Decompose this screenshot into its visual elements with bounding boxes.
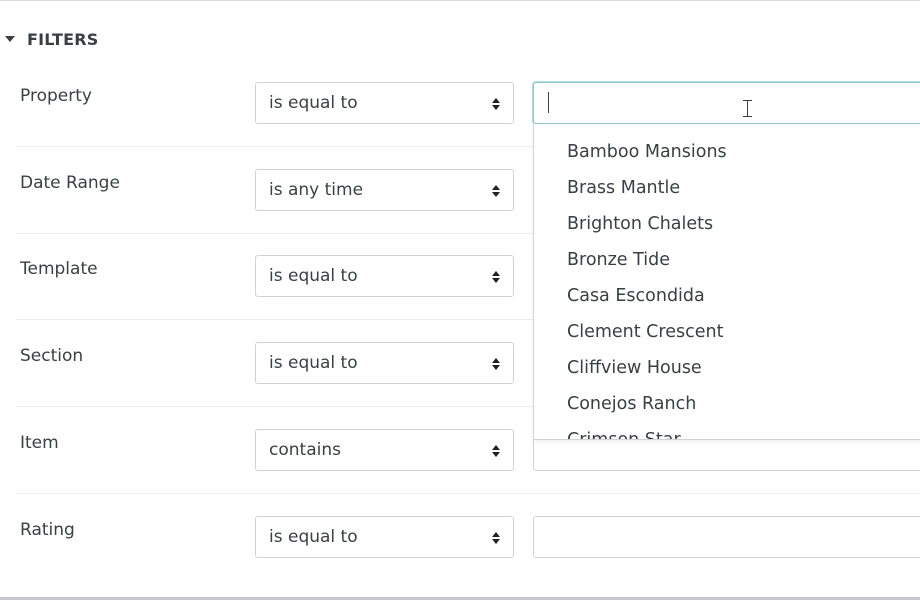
property-option[interactable]: Bamboo Mansions	[534, 138, 920, 174]
property-option[interactable]: Brass Mantle	[534, 174, 920, 210]
property-option[interactable]: Bronze Tide	[534, 246, 920, 282]
filter-label: Template	[20, 259, 98, 279]
operator-select[interactable]: is equal to	[255, 255, 514, 297]
row-divider	[16, 493, 920, 494]
top-divider	[0, 0, 920, 1]
operator-select[interactable]: is equal to	[255, 342, 514, 384]
rating-value-input[interactable]	[533, 516, 920, 558]
operator-select[interactable]: is equal to	[255, 516, 514, 558]
filters-title: FILTERS	[27, 29, 99, 49]
property-option[interactable]: Conejos Ranch	[534, 390, 920, 426]
property-option[interactable]: Brighton Chalets	[534, 210, 920, 246]
sort-icon	[492, 358, 500, 371]
property-option[interactable]: Clement Crescent	[534, 318, 920, 354]
property-options-list: Bamboo Mansions Brass Mantle Brighton Ch…	[534, 138, 920, 439]
filter-label: Rating	[20, 520, 75, 540]
filter-row-rating: Rating is equal to	[16, 516, 920, 600]
operator-select[interactable]: contains	[255, 429, 514, 471]
operator-value: is equal to	[269, 93, 358, 113]
operator-select[interactable]: is any time	[255, 169, 514, 211]
operator-value: is equal to	[269, 353, 358, 373]
sort-icon	[492, 532, 500, 545]
property-option[interactable]: Casa Escondida	[534, 282, 920, 318]
filter-label: Property	[20, 86, 92, 106]
filter-label: Section	[20, 346, 84, 366]
operator-select[interactable]: is equal to	[255, 82, 514, 124]
filter-row-item: Item contains	[16, 429, 920, 516]
property-value-input[interactable]	[533, 82, 920, 124]
property-option[interactable]: Crimson Star	[534, 426, 920, 439]
operator-value: contains	[269, 440, 341, 460]
filters-toggle[interactable]: FILTERS	[5, 28, 99, 50]
filters-page: FILTERS Property is equal to Date Range …	[0, 0, 920, 600]
operator-value: is any time	[269, 180, 364, 200]
ibeam-cursor-icon	[743, 100, 752, 117]
filter-label: Item	[20, 433, 59, 453]
operator-value: is equal to	[269, 527, 358, 547]
operator-value: is equal to	[269, 266, 358, 286]
sort-icon	[492, 445, 500, 458]
sort-icon	[492, 98, 500, 111]
text-caret	[548, 92, 549, 113]
sort-icon	[492, 185, 500, 198]
property-option[interactable]: Cliffview House	[534, 354, 920, 390]
caret-down-icon	[5, 36, 15, 42]
property-dropdown[interactable]: Bamboo Mansions Brass Mantle Brighton Ch…	[533, 124, 920, 440]
sort-icon	[492, 271, 500, 284]
filter-label: Date Range	[20, 173, 120, 193]
